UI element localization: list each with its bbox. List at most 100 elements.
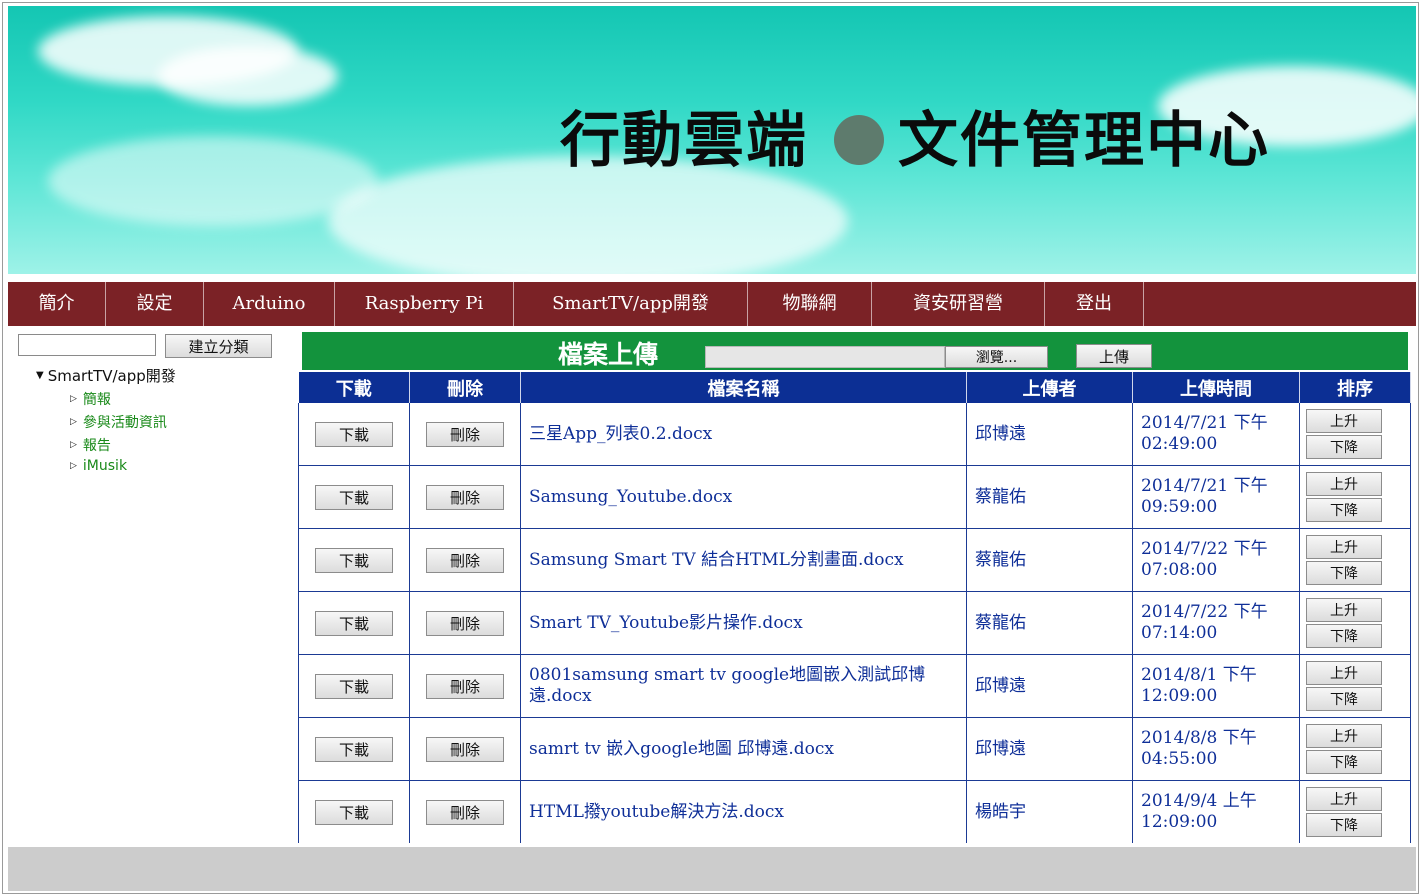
upload-time-cell: 2014/7/21 下午 02:49:00 <box>1132 403 1300 466</box>
footer-bar <box>8 847 1416 891</box>
tree-item-imusik[interactable]: ▷ iMusik <box>70 458 176 474</box>
expand-triangle-icon: ▼ <box>36 370 44 381</box>
upload-time-cell: 2014/7/22 下午 07:14:00 <box>1132 591 1300 655</box>
upload-button[interactable]: 上傳 <box>1076 344 1152 368</box>
col-header-sort: 排序 <box>1299 372 1411 403</box>
table-row: 下載 刪除 Samsung Smart TV 結合HTML分割畫面.docx 蔡… <box>298 528 1411 592</box>
nav-item-iot[interactable]: 物聯網 <box>748 282 872 326</box>
delete-button[interactable]: 刪除 <box>426 673 504 699</box>
download-button[interactable]: 下載 <box>315 799 393 825</box>
collapsed-triangle-icon: ▷ <box>70 440 77 450</box>
table-row: 下載 刪除 Smart TV_Youtube影片操作.docx 蔡龍佑 2014… <box>298 591 1411 655</box>
tree-item-label: 簡報 <box>82 392 111 408</box>
nav-item-intro[interactable]: 簡介 <box>8 282 106 326</box>
upload-title: 檔案上傳 <box>558 340 659 369</box>
col-header-uploader: 上傳者 <box>966 372 1133 403</box>
delete-button[interactable]: 刪除 <box>426 484 504 510</box>
uploader-cell: 蔡龍佑 <box>966 528 1133 592</box>
nav-item-arduino[interactable]: Arduino <box>204 282 335 326</box>
table-row: 下載 刪除 Samsung_Youtube.docx 蔡龍佑 2014/7/21… <box>298 465 1411 529</box>
sort-down-button[interactable]: 下降 <box>1306 750 1382 774</box>
header-banner: 行動雲端 文件管理中心 <box>8 6 1416 274</box>
delete-button[interactable]: 刪除 <box>426 610 504 636</box>
banner-title-left: 行動雲端 <box>560 106 808 176</box>
banner-dot-icon <box>834 114 884 165</box>
download-button[interactable]: 下載 <box>315 547 393 573</box>
col-header-filename: 檔案名稱 <box>520 372 967 403</box>
sort-up-button[interactable]: 上升 <box>1306 409 1382 433</box>
uploader-cell: 楊皓宇 <box>966 780 1133 843</box>
nav-item-settings[interactable]: 設定 <box>106 282 204 326</box>
file-name-link[interactable]: HTML撥youtube解決方法.docx <box>520 780 967 843</box>
sort-up-button[interactable]: 上升 <box>1306 472 1382 496</box>
tree-item-label: iMusik <box>82 458 128 474</box>
tree-root[interactable]: ▼ SmartTV/app開發 <box>36 365 176 386</box>
uploader-cell: 蔡龍佑 <box>966 465 1133 529</box>
sort-down-button[interactable]: 下降 <box>1306 561 1382 585</box>
sort-up-button[interactable]: 上升 <box>1306 598 1382 622</box>
sort-down-button[interactable]: 下降 <box>1306 435 1382 459</box>
nav-item-smarttv[interactable]: SmartTV/app開發 <box>514 282 748 326</box>
create-category-button[interactable]: 建立分類 <box>165 334 272 358</box>
sort-up-button[interactable]: 上升 <box>1306 535 1382 559</box>
uploader-cell: 邱博遠 <box>966 717 1133 781</box>
sort-up-button[interactable]: 上升 <box>1306 661 1382 685</box>
tree-item-label: 報告 <box>82 438 111 454</box>
nav-item-logout[interactable]: 登出 <box>1045 282 1144 326</box>
download-button[interactable]: 下載 <box>315 484 393 510</box>
uploader-cell: 邱博遠 <box>966 403 1133 466</box>
upload-time-cell: 2014/8/8 下午 04:55:00 <box>1132 717 1300 781</box>
sort-down-button[interactable]: 下降 <box>1306 813 1382 837</box>
sort-up-button[interactable]: 上升 <box>1306 787 1382 811</box>
main-nav: 簡介 設定 Arduino Raspberry Pi SmartTV/app開發… <box>8 282 1416 326</box>
tree-item-events[interactable]: ▷ 參與活動資訊 <box>70 412 176 432</box>
col-header-download: 下載 <box>298 372 410 403</box>
collapsed-triangle-icon: ▷ <box>70 461 77 471</box>
upload-time-cell: 2014/8/1 下午 12:09:00 <box>1132 654 1300 718</box>
download-button[interactable]: 下載 <box>315 610 393 636</box>
tree-item-reports[interactable]: ▷ 報告 <box>70 435 176 455</box>
tree-item-label: 參與活動資訊 <box>82 415 167 431</box>
file-name-link[interactable]: Smart TV_Youtube影片操作.docx <box>520 591 967 655</box>
upload-bar: 檔案上傳 瀏覽... 上傳 <box>302 332 1408 370</box>
upload-time-cell: 2014/7/21 下午 09:59:00 <box>1132 465 1300 529</box>
nav-item-raspberry-pi[interactable]: Raspberry Pi <box>335 282 514 326</box>
sort-up-button[interactable]: 上升 <box>1306 724 1382 748</box>
table-row: 下載 刪除 0801samsung smart tv google地圖嵌入測試邱… <box>298 654 1411 718</box>
sort-down-button[interactable]: 下降 <box>1306 498 1382 522</box>
delete-button[interactable]: 刪除 <box>426 421 504 447</box>
download-button[interactable]: 下載 <box>315 736 393 762</box>
file-name-link[interactable]: 0801samsung smart tv google地圖嵌入測試邱博遠.doc… <box>520 654 967 718</box>
collapsed-triangle-icon: ▷ <box>70 394 77 404</box>
browse-button[interactable]: 瀏覽... <box>945 346 1048 368</box>
uploader-cell: 邱博遠 <box>966 654 1133 718</box>
table-header-row: 下載 刪除 檔案名稱 上傳者 上傳時間 排序 <box>298 372 1411 403</box>
file-name-link[interactable]: Samsung_Youtube.docx <box>520 465 967 529</box>
tree-root-label: SmartTV/app開發 <box>47 367 176 385</box>
table-row: 下載 刪除 三星App_列表0.2.docx 邱博遠 2014/7/21 下午 … <box>298 403 1411 466</box>
delete-button[interactable]: 刪除 <box>426 736 504 762</box>
delete-button[interactable]: 刪除 <box>426 799 504 825</box>
upload-time-cell: 2014/9/4 上午 12:09:00 <box>1132 780 1300 843</box>
uploader-cell: 蔡龍佑 <box>966 591 1133 655</box>
download-button[interactable]: 下載 <box>315 421 393 447</box>
delete-button[interactable]: 刪除 <box>426 547 504 573</box>
col-header-delete: 刪除 <box>409 372 521 403</box>
collapsed-triangle-icon: ▷ <box>70 417 77 427</box>
tree-item-slides[interactable]: ▷ 簡報 <box>70 389 176 409</box>
download-button[interactable]: 下載 <box>315 673 393 699</box>
sort-down-button[interactable]: 下降 <box>1306 624 1382 648</box>
file-name-link[interactable]: samrt tv 嵌入google地圖 邱博遠.docx <box>520 717 967 781</box>
banner-title: 行動雲端 文件管理中心 <box>560 92 1270 179</box>
category-tree: ▼ SmartTV/app開發 ▷ 簡報 ▷ 參與活動資訊 ▷ 報告 ▷ iMu… <box>36 365 176 474</box>
banner-title-right: 文件管理中心 <box>898 106 1270 176</box>
table-row: 下載 刪除 HTML撥youtube解決方法.docx 楊皓宇 2014/9/4… <box>298 780 1411 843</box>
table-row: 下載 刪除 samrt tv 嵌入google地圖 邱博遠.docx 邱博遠 2… <box>298 717 1411 781</box>
sort-down-button[interactable]: 下降 <box>1306 687 1382 711</box>
col-header-upload-time: 上傳時間 <box>1132 372 1300 403</box>
category-name-input[interactable] <box>18 334 156 356</box>
file-name-link[interactable]: Samsung Smart TV 結合HTML分割畫面.docx <box>520 528 967 592</box>
file-name-link[interactable]: 三星App_列表0.2.docx <box>520 403 967 466</box>
nav-item-security-camp[interactable]: 資安研習營 <box>872 282 1045 326</box>
file-path-input[interactable] <box>705 346 945 368</box>
